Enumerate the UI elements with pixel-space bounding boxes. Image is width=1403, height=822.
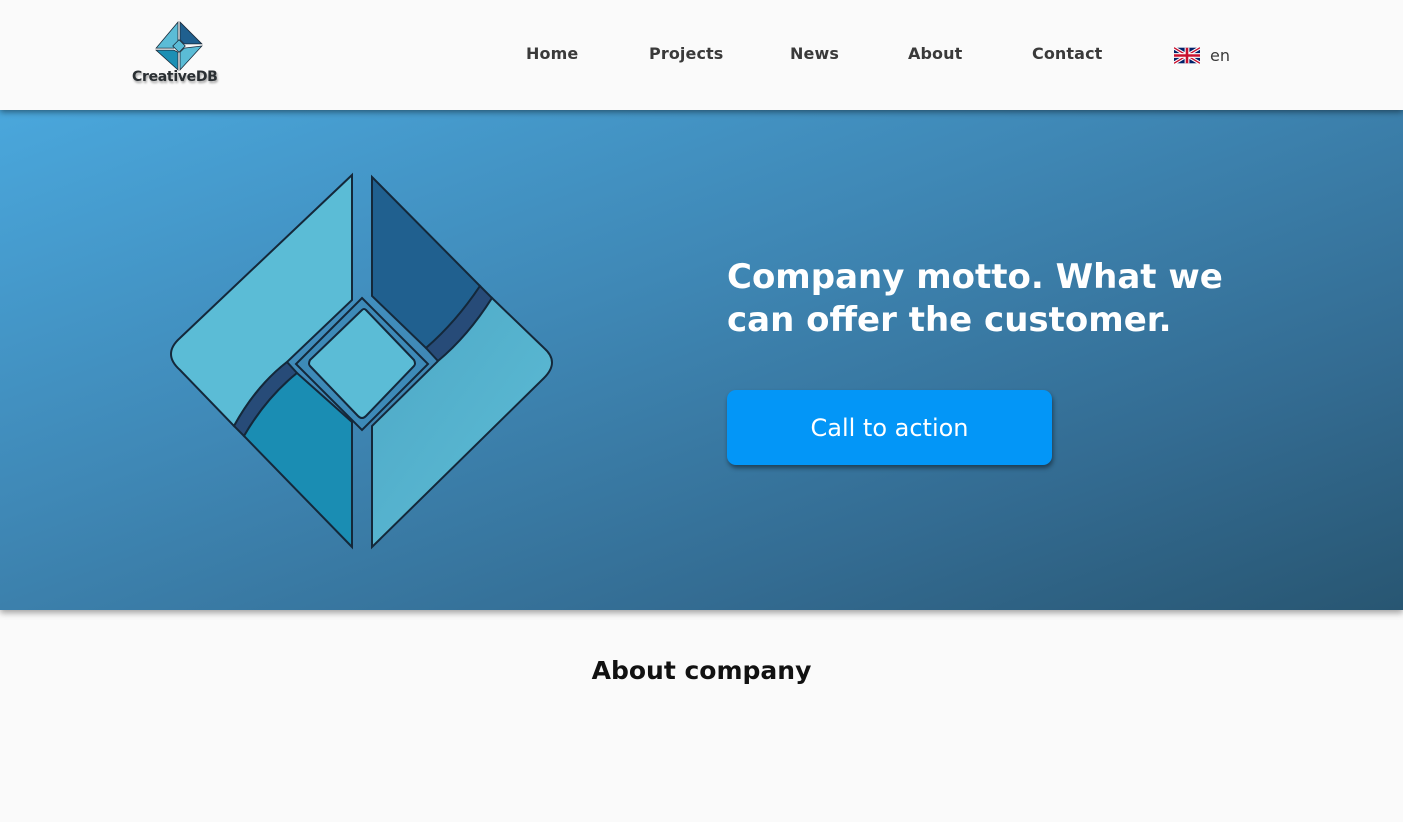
logo[interactable]: CreativeDB [130, 20, 230, 92]
nav-about[interactable]: About [908, 44, 962, 63]
brand-diamond-icon [170, 172, 553, 550]
hero-motto: Company motto. What we can offer the cus… [727, 257, 1223, 340]
logo-mark-icon [155, 21, 203, 71]
nav-contact[interactable]: Contact [1032, 44, 1102, 63]
call-to-action-button[interactable]: Call to action [727, 390, 1052, 465]
uk-flag-icon [1174, 47, 1200, 64]
language-label: en [1210, 46, 1230, 65]
nav-projects[interactable]: Projects [649, 44, 723, 63]
hero-section: Company motto. What we can offer the cus… [0, 110, 1403, 610]
logo-text: CreativeDB [132, 69, 218, 85]
about-section-title: About company [591, 656, 812, 685]
site-header: CreativeDB Home Projects News About Cont… [0, 0, 1403, 110]
nav-home[interactable]: Home [526, 44, 578, 63]
nav-news[interactable]: News [790, 44, 839, 63]
